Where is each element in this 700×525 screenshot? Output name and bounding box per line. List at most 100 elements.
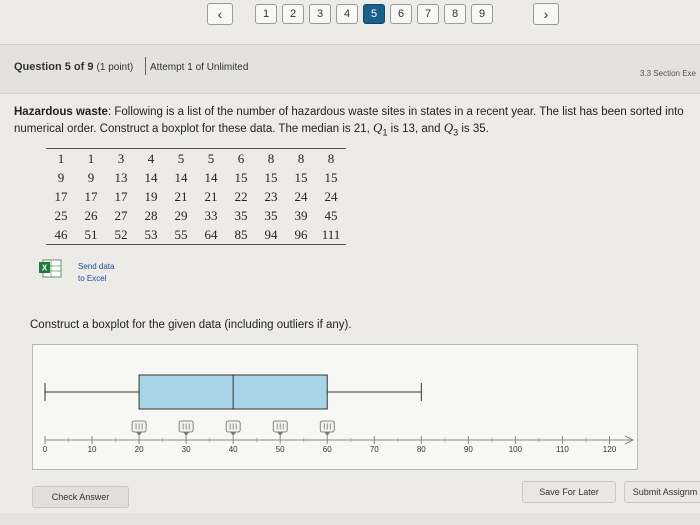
table-cell: 94 [256,225,286,245]
attempt-label: Attempt 1 of Unlimited [150,62,249,73]
question-header: Question 5 of 9 (1 point) Attempt 1 of U… [0,44,700,94]
chevron-right-icon: › [543,6,549,22]
table-cell: 17 [114,188,128,204]
table-row: 9 9 13 14 14 14 15 15 15 15 [46,168,346,187]
table-cell: 3 [106,148,136,168]
table-cell: 96 [286,225,316,245]
table-cell: 85 [226,225,256,245]
table-cell: 24 [294,188,308,204]
drag-handle[interactable] [225,420,241,436]
x-tick-label: 30 [182,445,191,454]
question-title: Question 5 of 9 (1 point) [14,61,134,73]
table-row: 46 51 52 53 55 64 85 94 96 111 [46,225,346,245]
page-button-7[interactable]: 7 [417,4,439,24]
boxplot-canvas[interactable]: 0 10 20 30 40 50 60 70 80 90 100 110 120 [32,344,638,470]
drag-handle[interactable] [178,420,194,436]
table-row: 1134556888 [46,148,346,168]
table-cell: 55 [166,225,196,245]
table-row: 17 17 17 19 21 21 22 23 24 24 [46,187,346,206]
submit-assignment-button[interactable]: Submit Assignm [624,481,700,503]
table-cell: 6 [226,148,256,168]
prev-question-button[interactable]: ‹ [207,3,233,25]
construct-prompt: Construct a boxplot for the given data (… [30,319,352,331]
next-question-button[interactable]: › [533,3,559,25]
send-to-excel-label: Send data to Excel [78,262,115,283]
x-tick-label: 0 [43,445,48,454]
page-button-2[interactable]: 2 [282,4,304,24]
bottom-strip [0,513,700,525]
table-cell: 5 [166,148,196,168]
table-cell: 14 [204,169,218,185]
x-tick-label: 90 [464,445,473,454]
page-button-6[interactable]: 6 [390,4,412,24]
x-tick-label: 100 [509,445,523,454]
header-divider [145,57,146,75]
problem-statement: Hazardous waste: Following is a list of … [14,106,684,138]
question-nav: ‹ 123456789 › [0,0,700,32]
table-cell: 46 [46,225,76,245]
page-button-4[interactable]: 4 [336,4,358,24]
table-cell: 9 [57,169,65,185]
table-cell: 1 [76,148,106,168]
boxplot-svg[interactable]: 0 10 20 30 40 50 60 70 80 90 100 110 120 [33,345,637,469]
table-cell: 15 [324,169,338,185]
table-cell: 29 [174,207,188,223]
table-cell: 23 [264,188,278,204]
page-button-8[interactable]: 8 [444,4,466,24]
table-cell: 5 [196,148,226,168]
chevron-left-icon: ‹ [217,6,223,22]
table-cell: 8 [256,148,286,168]
x-tick-label: 110 [556,445,569,454]
drag-handle[interactable] [272,420,288,436]
table-cell: 19 [144,188,158,204]
excel-icon: X [39,259,62,278]
table-cell: 17 [84,188,98,204]
table-cell: 27 [114,207,128,223]
x-tick-label: 20 [135,445,144,454]
page-button-5[interactable]: 5 [363,4,385,24]
table-cell: 22 [234,188,248,204]
page-button-1[interactable]: 1 [255,4,277,24]
table-cell: 14 [174,169,188,185]
table-cell: 17 [54,188,68,204]
x-tick-label: 70 [370,445,379,454]
x-tick-label: 80 [417,445,426,454]
table-cell: 25 [54,207,68,223]
save-for-later-button[interactable]: Save For Later [522,481,616,503]
table-cell: 26 [84,207,98,223]
table-cell: 1 [46,148,76,168]
table-cell: 4 [136,148,166,168]
section-label: 3.3 Section Exe [639,69,696,78]
table-cell: 15 [234,169,248,185]
table-cell: 9 [87,169,95,185]
table-cell: 35 [264,207,278,223]
table-cell: 8 [316,148,346,168]
x-tick-label: 10 [88,445,97,454]
table-cell: 111 [316,225,346,245]
table-cell: 14 [144,169,158,185]
svg-text:X: X [42,264,48,273]
x-tick-label: 120 [603,445,617,454]
check-answer-button[interactable]: Check Answer [32,486,129,508]
table-cell: 24 [324,188,338,204]
table-cell: 52 [106,225,136,245]
table-cell: 39 [294,207,308,223]
table-row: 25 26 27 28 29 33 35 35 39 45 [46,206,346,225]
table-cell: 35 [234,207,248,223]
table-cell: 15 [294,169,308,185]
table-cell: 45 [324,207,338,223]
drag-handle[interactable] [131,420,147,436]
table-cell: 53 [136,225,166,245]
table-cell: 8 [286,148,316,168]
page-button-3[interactable]: 3 [309,4,331,24]
page-button-9[interactable]: 9 [471,4,493,24]
data-table: 1 1 3 4 5 5 6 8 8 8 9 9 13 14 14 14 15 15 15 15 17 17 17 19 21 21… [46,148,346,245]
table-cell: 28 [144,207,158,223]
drag-handle[interactable] [319,420,335,436]
x-tick-label: 40 [229,445,238,454]
table-cell: 21 [204,188,218,204]
table-cell: 64 [196,225,226,245]
x-tick-label: 60 [323,445,332,454]
table-cell: 51 [76,225,106,245]
table-cell: 21 [174,188,188,204]
